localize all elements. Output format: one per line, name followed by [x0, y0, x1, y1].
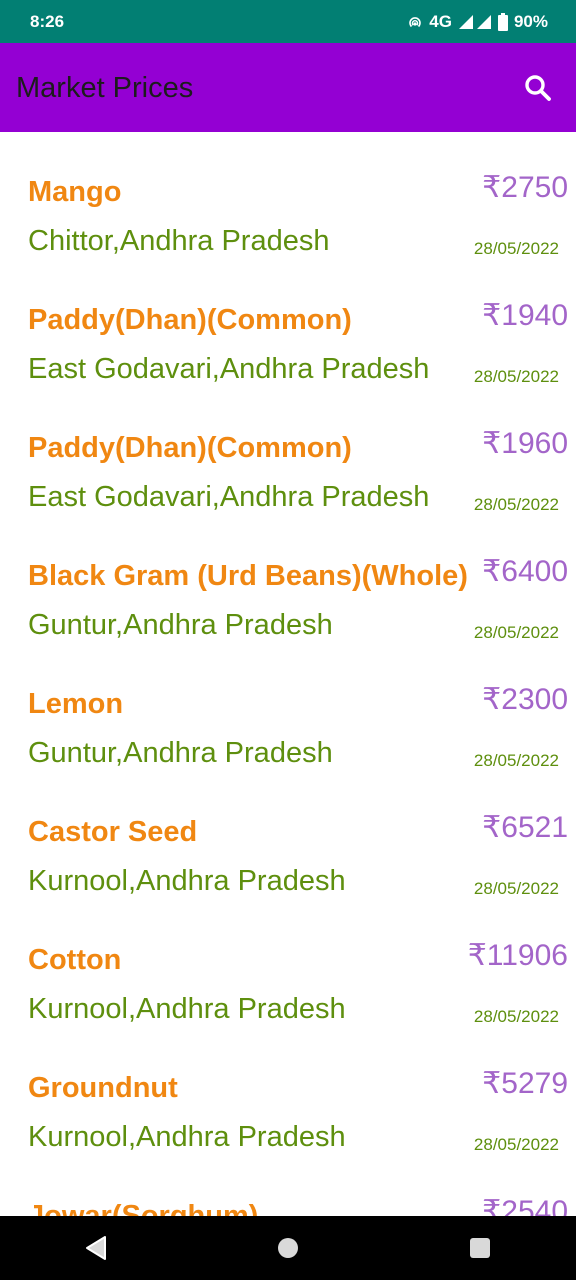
page-title: Market Prices — [16, 72, 194, 104]
search-icon — [525, 74, 551, 101]
price-date: 28/05/2022 — [473, 1007, 559, 1026]
market-location: East Godavari,Andhra Pradesh — [28, 353, 430, 385]
commodity-name: Black Gram (Urd Beans)(Whole) — [28, 560, 468, 592]
price: ₹11906 — [467, 939, 568, 972]
price: ₹1940 — [482, 299, 568, 332]
signal-icon — [458, 14, 492, 30]
list-item[interactable]: Lemon Guntur,Andhra Pradesh ₹2300 28/05/… — [0, 644, 576, 772]
price: ₹1960 — [482, 427, 568, 460]
price: ₹5279 — [482, 1067, 568, 1100]
list-item[interactable]: Jowar(Sorghum) ₹2540 — [0, 1156, 576, 1216]
market-location: Guntur,Andhra Pradesh — [28, 609, 333, 641]
commodity-name: Paddy(Dhan)(Common) — [28, 432, 352, 464]
network-type: 4G — [429, 11, 452, 31]
home-icon — [278, 1238, 298, 1258]
market-location: Guntur,Andhra Pradesh — [28, 737, 333, 769]
price: ₹2300 — [482, 683, 568, 716]
navigation-bar — [0, 1216, 576, 1280]
commodity-name: Mango — [28, 176, 122, 208]
price-date: 28/05/2022 — [473, 623, 559, 642]
price-date: 28/05/2022 — [473, 239, 559, 258]
price: ₹2540 — [482, 1195, 568, 1216]
list-item[interactable]: Groundnut Kurnool,Andhra Pradesh ₹5279 2… — [0, 1028, 576, 1156]
market-location: Chittor,Andhra Pradesh — [28, 225, 330, 257]
list-item[interactable]: Mango Chittor,Andhra Pradesh ₹2750 28/05… — [0, 132, 576, 260]
search-button[interactable] — [522, 72, 554, 104]
list-item[interactable]: Paddy(Dhan)(Common) East Godavari,Andhra… — [0, 388, 576, 516]
hotspot-icon — [407, 14, 423, 30]
price-date: 28/05/2022 — [473, 367, 559, 386]
price: ₹2750 — [482, 171, 568, 204]
commodity-name: Paddy(Dhan)(Common) — [28, 304, 352, 336]
status-icons: 4G 90% — [407, 12, 548, 32]
back-button[interactable] — [66, 1218, 126, 1278]
status-time: 8:26 — [30, 11, 65, 31]
app-bar: Market Prices — [0, 43, 576, 132]
status-bar: 8:26 4G 90% — [0, 0, 576, 43]
commodity-name: Jowar(Sorghum) — [28, 1200, 259, 1216]
commodity-name: Cotton — [28, 944, 122, 976]
market-location: Kurnool,Andhra Pradesh — [28, 865, 346, 897]
battery-level: 90% — [513, 11, 548, 31]
market-location: Kurnool,Andhra Pradesh — [28, 1121, 346, 1153]
list-item[interactable]: Black Gram (Urd Beans)(Whole) Guntur,And… — [0, 516, 576, 644]
commodity-name: Groundnut — [28, 1072, 178, 1104]
price-date: 28/05/2022 — [473, 1135, 559, 1154]
list-item[interactable]: Paddy(Dhan)(Common) East Godavari,Andhra… — [0, 260, 576, 388]
price: ₹6521 — [482, 811, 568, 844]
market-location: Kurnool,Andhra Pradesh — [28, 993, 346, 1025]
commodity-name: Castor Seed — [28, 816, 198, 848]
price-list[interactable]: Mango Chittor,Andhra Pradesh ₹2750 28/05… — [0, 132, 576, 1216]
back-icon — [86, 1236, 106, 1260]
price-date: 28/05/2022 — [473, 879, 559, 898]
price: ₹6400 — [482, 555, 568, 588]
list-item[interactable]: Castor Seed Kurnool,Andhra Pradesh ₹6521… — [0, 772, 576, 900]
price-date: 28/05/2022 — [473, 751, 559, 770]
recents-button[interactable] — [450, 1218, 510, 1278]
price-date: 28/05/2022 — [473, 495, 559, 514]
list-item[interactable]: Cotton Kurnool,Andhra Pradesh ₹11906 28/… — [0, 900, 576, 1028]
market-location: East Godavari,Andhra Pradesh — [28, 481, 430, 513]
home-button[interactable] — [258, 1218, 318, 1278]
battery-icon — [497, 12, 508, 31]
recents-icon — [470, 1238, 490, 1258]
commodity-name: Lemon — [28, 688, 124, 720]
